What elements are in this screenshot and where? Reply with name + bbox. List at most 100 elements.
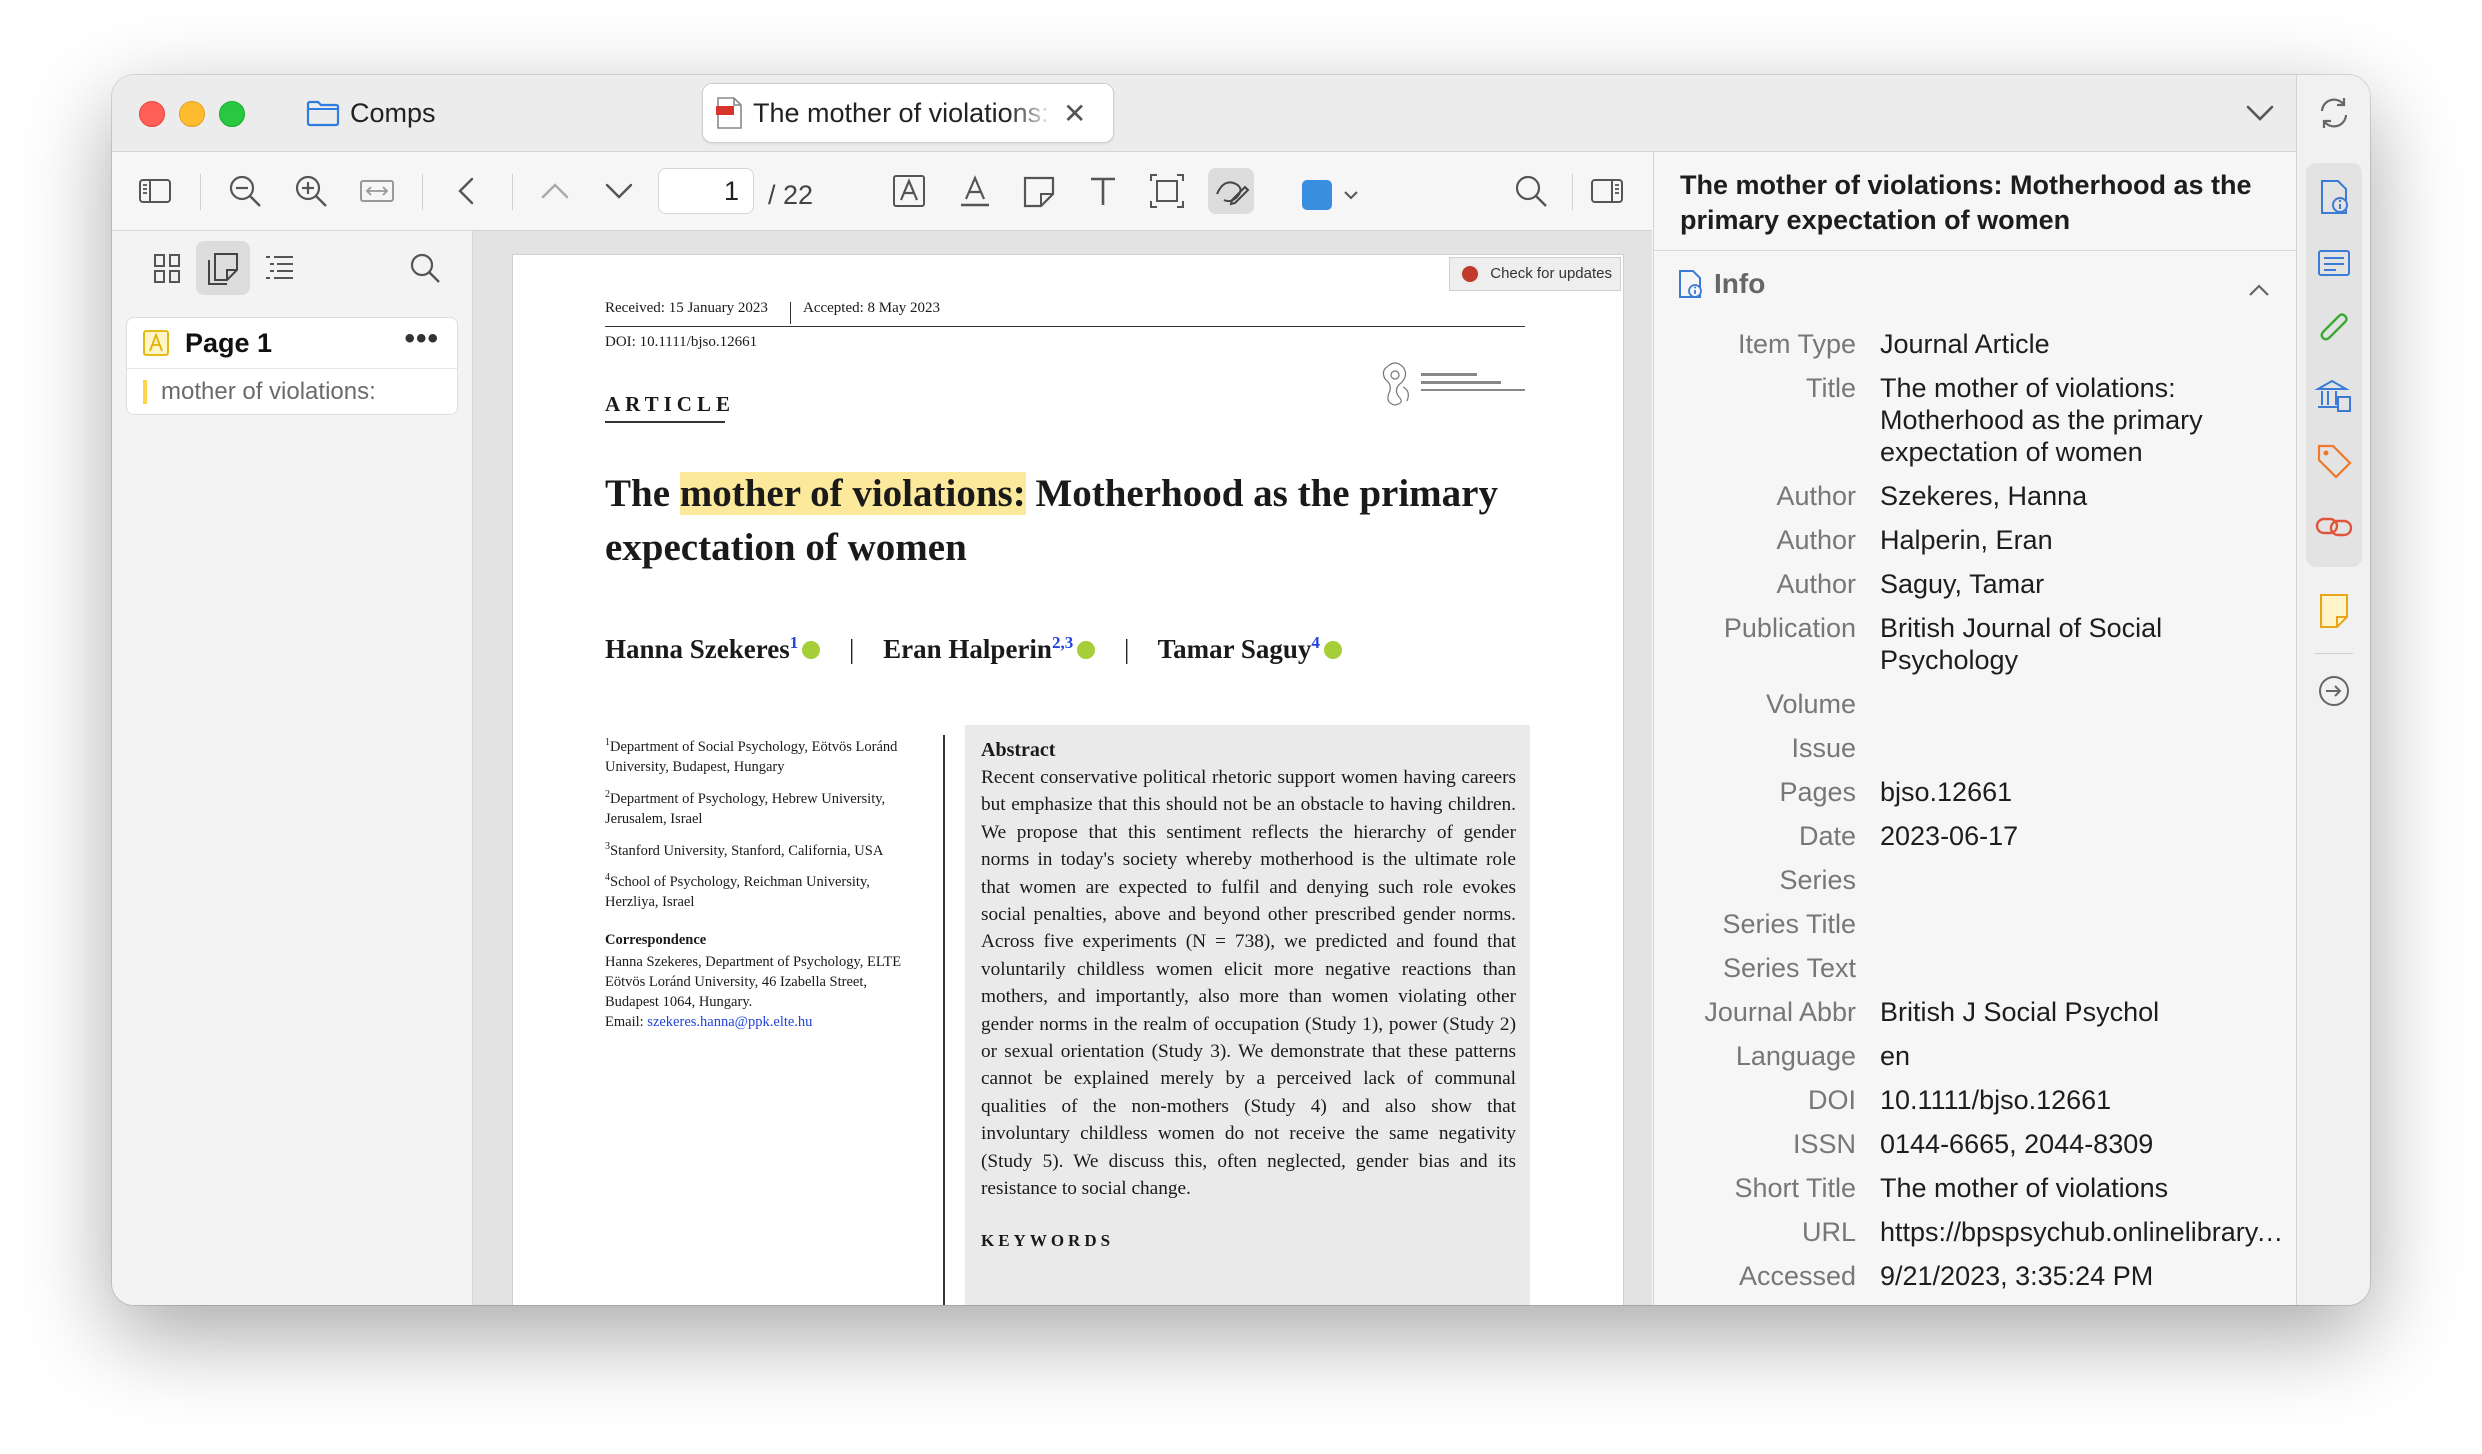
affiliation-text: Department of Social Psychology, Eötvös … [605,738,898,775]
info-field-label: Issue [1791,733,1856,763]
info-field-value[interactable]: The mother of violations: Motherhood as … [1880,372,2284,468]
info-field-value[interactable]: Saguy, Tamar [1880,568,2284,600]
tags-pane-button[interactable] [2314,441,2354,481]
author-affiliation-ref[interactable]: 2,3 [1052,633,1073,652]
info-field-value[interactable]: en [1880,1040,2284,1072]
toggle-sidebar-button[interactable] [132,168,178,214]
minimize-window-button[interactable] [179,101,205,127]
notes-pane-button[interactable] [2314,591,2354,631]
close-tab-icon[interactable]: ✕ [1063,97,1086,130]
thumbnails-view-button[interactable] [140,241,194,295]
info-field-value[interactable] [1880,908,2284,940]
chevron-down-icon[interactable] [1342,188,1360,202]
info-field-value[interactable]: British Journal of Social Psychology [1880,612,2284,676]
highlighted-text[interactable]: mother of violations: [679,472,1026,515]
info-field-value[interactable]: Journal Article [1880,328,2284,360]
correspondence-heading: Correspondence [605,932,707,949]
zoom-in-button[interactable] [288,168,334,214]
check-for-updates-badge[interactable]: Check for updates [1449,257,1621,291]
zoom-window-button[interactable] [219,101,245,127]
highlight-tool-button[interactable] [886,168,932,214]
info-field-value[interactable]: https://bpspsychub.onlinelibrary.wiley.c… [1880,1216,2284,1248]
info-field-row: Date 2023-06-17 [1654,820,2297,852]
info-field-value[interactable] [1880,864,2284,896]
article-dates: Received: 15 January 2023 Accepted: 8 Ma… [605,300,1525,327]
toggle-context-pane-button[interactable] [1584,168,1630,214]
info-section-header[interactable]: Info [1674,268,1765,300]
info-field-row: Author Halperin, Eran [1654,524,2297,556]
info-pane-button[interactable] [2314,177,2354,217]
info-field-label: Series Text [1722,953,1856,983]
tab-document[interactable]: The mother of violations: Motherhood as … [702,83,1114,143]
info-field-row: Author Szekeres, Hanna [1654,480,2297,512]
info-field-value[interactable]: The mother of violations [1880,1172,2284,1204]
chevron-down-icon[interactable] [2242,95,2278,131]
underline-tool-button[interactable] [952,168,998,214]
abstract-heading: Abstract [981,739,1056,761]
navigate-back-button[interactable] [444,168,490,214]
author-separator: | [1123,634,1130,664]
info-field-value[interactable] [1880,732,2284,764]
sync-icon[interactable] [2314,93,2354,133]
chevron-up-icon[interactable] [2244,276,2274,306]
info-field-value[interactable]: British J Social Psychol [1880,996,2284,1028]
info-field-value[interactable]: 0144-6665, 2044-8309 [1880,1128,2284,1160]
app-window: Comps The mother of violations: Motherho… [112,75,2370,1305]
ink-tool-button[interactable] [1208,168,1254,214]
info-field-value[interactable]: 2023-06-17 [1880,820,2284,852]
chevron-up-icon [541,183,569,199]
info-field-value[interactable]: Szekeres, Hanna [1880,480,2284,512]
search-annotations-button[interactable] [398,241,452,295]
tab-library[interactable]: Comps [306,93,436,133]
text-tool-button[interactable] [1080,168,1126,214]
find-in-document-button[interactable] [1508,168,1554,214]
related-pane-button[interactable] [2314,507,2354,547]
annotations-view-button[interactable] [196,241,250,295]
area-tool-button[interactable] [1144,168,1190,214]
previous-page-button[interactable] [532,168,578,214]
info-field-value[interactable] [1880,952,2284,984]
annotation-color-swatch[interactable] [1302,180,1332,210]
info-field-value[interactable]: 10.1111/bjso.12661 [1880,1084,2284,1116]
pdf-page[interactable]: Check for updates Received: 15 January 2… [513,255,1623,1305]
annotation-card[interactable]: Page 1 ••• mother of violations: [126,317,458,415]
info-field-value[interactable] [1880,688,2284,720]
note-tool-button[interactable] [1016,168,1062,214]
author-affiliation-ref[interactable]: 1 [790,633,799,652]
email-link[interactable]: szekeres.hanna@ppk.elte.hu [647,1014,812,1030]
author-affiliation-ref[interactable]: 4 [1311,633,1320,652]
info-field-label: Series [1779,865,1856,895]
zoom-fit-button[interactable] [354,168,400,214]
page-number-input[interactable]: 1 [658,168,754,214]
annotation-text: mother of violations: [143,380,376,404]
info-section-label: Info [1714,268,1766,299]
info-field-value[interactable]: bjso.12661 [1880,776,2284,808]
pdf-viewer[interactable]: Check for updates Received: 15 January 2… [473,231,1652,1305]
info-field-value[interactable] [1880,1304,2284,1305]
close-window-button[interactable] [139,101,165,127]
paper-title: The mother of violations: Motherhood as … [605,467,1505,575]
next-page-button[interactable] [596,168,642,214]
abstract-pane-button[interactable] [2314,243,2354,283]
info-field-row: Series Title [1654,908,2297,940]
crossmark-icon [1460,264,1481,284]
email-label: Email: [605,1014,648,1031]
info-field-value[interactable]: Halperin, Eran [1880,524,2284,556]
rail-divider [2315,653,2353,654]
outline-view-button[interactable] [252,241,306,295]
attachments-pane-button[interactable] [2314,309,2354,349]
info-field-label: Item Type [1737,329,1856,359]
orcid-icon[interactable] [802,640,821,659]
libraries-pane-button[interactable] [2314,375,2354,415]
info-field-label: Author [1776,481,1856,511]
orcid-icon[interactable] [1323,640,1342,659]
pdf-icon [716,97,742,129]
zoom-out-button[interactable] [222,168,268,214]
locate-button[interactable] [2314,671,2354,711]
info-field-row: Journal Abbr British J Social Psychol [1654,996,2297,1028]
info-field-value[interactable]: 9/21/2023, 3:35:24 PM [1880,1260,2284,1292]
info-field-row: Author Saguy, Tamar [1654,568,2297,600]
orcid-icon[interactable] [1077,640,1096,659]
search-icon [1515,175,1547,207]
more-options-icon[interactable]: ••• [404,322,439,356]
